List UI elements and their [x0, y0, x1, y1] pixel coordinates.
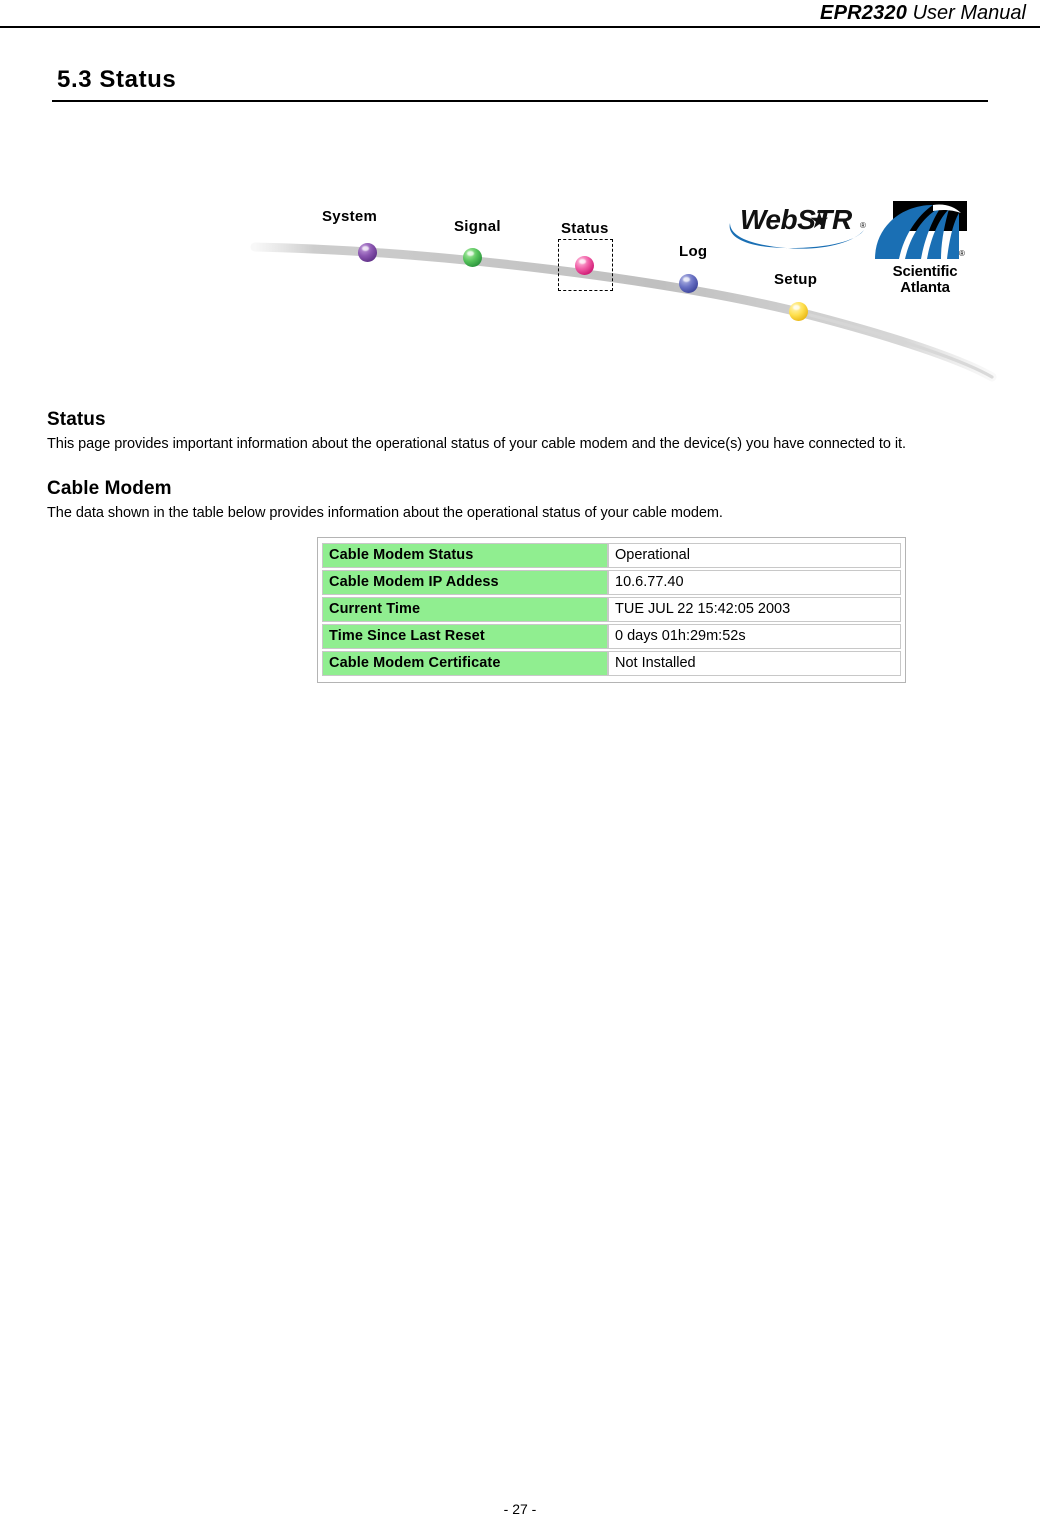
row-value: Operational: [608, 543, 901, 568]
sa-wordmark-line1: Scientific: [892, 263, 958, 280]
navigation-banner: System Signal Status Log Setup WebST ★ R…: [250, 185, 1000, 385]
webstar-registered-mark: ®: [860, 221, 866, 230]
page-title: 5.3 Status: [57, 66, 177, 93]
table-row: Cable Modem Certificate Not Installed: [322, 651, 901, 676]
nav-label-system: System: [322, 208, 378, 225]
scientific-atlanta-logo: ® Scientific Atlanta: [875, 201, 975, 306]
nav-label-setup: Setup: [774, 271, 818, 288]
header-model-name: EPR2320: [820, 2, 908, 24]
nav-label-status: Status: [561, 220, 609, 237]
scientific-atlanta-registered-mark: ®: [959, 249, 965, 258]
row-label: Cable Modem Status: [322, 543, 608, 568]
document-header: EPR2320 User Manual: [0, 0, 1040, 28]
node-gloss-signal: [467, 251, 474, 256]
row-label: Cable Modem IP Addess: [322, 570, 608, 595]
table-row: Current Time TUE JUL 22 15:42:05 2003: [322, 597, 901, 622]
row-label: Current Time: [322, 597, 608, 622]
node-gloss-status: [579, 259, 586, 264]
row-value: 10.6.77.40: [608, 570, 901, 595]
row-value: Not Installed: [608, 651, 901, 676]
scientific-atlanta-mark-icon: [875, 201, 967, 259]
sa-wordmark-line2: Atlanta: [900, 279, 950, 296]
header-divider: [0, 26, 1040, 28]
row-label: Time Since Last Reset: [322, 624, 608, 649]
node-gloss-system: [362, 246, 369, 251]
row-value: TUE JUL 22 15:42:05 2003: [608, 597, 901, 622]
table-row: Cable Modem Status Operational: [322, 543, 901, 568]
status-section-paragraph: This page provides important information…: [47, 436, 907, 452]
star-icon: ★: [809, 207, 830, 233]
nav-node-status[interactable]: [575, 256, 594, 275]
page-content: Status This page provides important info…: [47, 408, 993, 523]
cable-modem-section-heading: Cable Modem: [47, 478, 172, 499]
webstar-logo: WebST ★ R ®: [724, 203, 872, 253]
scientific-atlanta-wordmark: Scientific Atlanta: [875, 264, 975, 296]
nav-label-signal: Signal: [454, 218, 501, 235]
nav-node-log[interactable]: [679, 274, 698, 293]
node-gloss-log: [683, 277, 690, 282]
page-footer: - 27 -: [0, 1500, 1040, 1518]
table-row: Cable Modem IP Addess 10.6.77.40: [322, 570, 901, 595]
nav-node-system[interactable]: [358, 243, 377, 262]
section-title-divider: [52, 100, 988, 102]
cable-modem-status-table: Cable Modem Status Operational Cable Mod…: [322, 541, 901, 678]
webstar-wordmark-after: R: [832, 204, 852, 235]
node-gloss-setup: [793, 305, 800, 310]
header-title: EPR2320 User Manual: [820, 1, 1026, 25]
table-row: Time Since Last Reset 0 days 01h:29m:52s: [322, 624, 901, 649]
nav-node-setup[interactable]: [789, 302, 808, 321]
cable-modem-status-table-container: Cable Modem Status Operational Cable Mod…: [317, 537, 906, 683]
page-number: - 27 -: [503, 1501, 537, 1517]
row-label: Cable Modem Certificate: [322, 651, 608, 676]
row-value: 0 days 01h:29m:52s: [608, 624, 901, 649]
cable-modem-section-paragraph: The data shown in the table below provid…: [47, 505, 723, 521]
status-section-heading: Status: [47, 409, 106, 430]
header-subtitle: User Manual: [912, 2, 1026, 24]
nav-node-signal[interactable]: [463, 248, 482, 267]
nav-label-log: Log: [679, 243, 708, 260]
